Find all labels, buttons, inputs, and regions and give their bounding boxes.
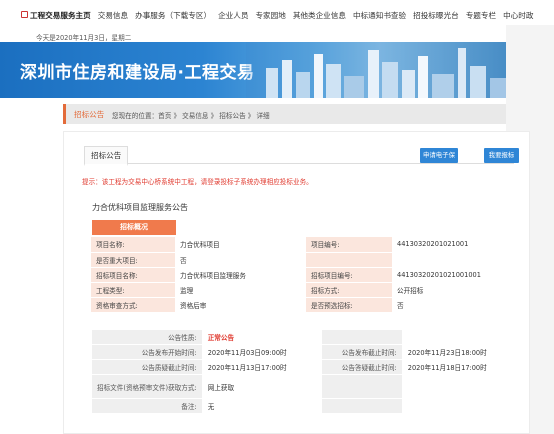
notice-text: 提示：该工程为交易中心桥系统中工程，请登录投标子系统办理相应投标业务。 (82, 178, 313, 186)
apply-electronic-guarantee-button[interactable]: 申请电子保函 (420, 148, 458, 174)
field-label: 招标项目编号: (306, 267, 392, 282)
field-value: 网上获取 (201, 374, 323, 399)
table-row: 是否重大项目: 否 (91, 252, 521, 267)
nav-item[interactable]: 中标通知书查验 (353, 10, 406, 21)
field-label: 公告质疑截止时间: (91, 359, 203, 375)
banner-title: 深圳市住房和建设局·工程交易 (20, 63, 255, 83)
field-label: 是否重大项目: (91, 252, 175, 267)
field-value: 监理 (175, 282, 306, 297)
field-value (401, 374, 522, 399)
nav-item[interactable]: 其他类企业信息 (293, 10, 346, 21)
nav-item[interactable]: 中心时政 (503, 10, 533, 21)
nav-item[interactable]: 专题专栏 (466, 10, 496, 21)
field-label: 项目编号: (306, 237, 392, 252)
field-value (401, 329, 522, 345)
field-value: 公开招标 (392, 282, 521, 297)
field-label: 招标项目名称: (91, 267, 175, 282)
field-label (306, 252, 392, 267)
field-label: 公告发布截止时间: (321, 344, 403, 360)
skyline-illustration (246, 42, 506, 98)
date-line: 今天是2020年11月3日，星期二 (36, 34, 132, 42)
field-label (321, 398, 403, 414)
table-row: 备注: 无 (91, 398, 522, 414)
field-value: 2020年11月13日17:00时 (201, 359, 323, 375)
field-label: 公告答疑截止时间: (321, 359, 403, 375)
sign-up-button[interactable]: 我要报标 (484, 148, 519, 163)
field-value: 正常公告 (201, 329, 323, 345)
nav-item[interactable]: 工程交易服务主页 (30, 10, 91, 21)
nav-item[interactable]: 办事服务（下载专区） (135, 10, 211, 21)
table-row: 公告性质: 正常公告 (91, 329, 522, 345)
field-label (321, 329, 403, 345)
breadcrumb-current: 招标公告 (74, 110, 105, 119)
field-label: 是否预选招标: (306, 297, 392, 312)
table-row: 招标项目名称: 力合优科项目监理服务 招标项目编号: 4413032020102100… (91, 267, 521, 282)
table-row: 公告发布开始时间: 2020年11月03日09:00时 公告发布截止时间: 2020年… (91, 344, 522, 360)
field-value: 否 (175, 252, 306, 267)
announcement-table: 公告性质: 正常公告 公告发布开始时间: 2020年11月03日09:00时 公告发布截… (91, 329, 522, 414)
section-header-overview: 招标概况 (92, 220, 176, 235)
field-value: 2020年11月03日09:00时 (201, 344, 323, 360)
field-label: 资格审查方式: (91, 297, 175, 312)
table-row: 项目名称: 力合优科项目 项目编号: 44130320201021001 (91, 237, 521, 252)
top-navigation: 工程交易服务主页 交易信息 办事服务（下载专区） 企业人员 专家园地 其他类企业信息 中标通… (0, 0, 554, 25)
field-label: 工程类型: (91, 282, 175, 297)
table-row: 资格审查方式: 资格后审 是否预选招标: 否 (91, 297, 521, 312)
field-value: 无 (201, 398, 323, 414)
field-value (392, 252, 521, 267)
field-value: 2020年11月18日17:00时 (401, 359, 522, 375)
nav-item[interactable]: 企业人员 (218, 10, 248, 21)
field-label: 备注: (91, 398, 203, 414)
main-panel: 招标公告 申请电子保函 我要报标 提示：该工程为交易中心桥系统中工程，请登录投标… (63, 131, 530, 434)
project-title: 力合优科项目监理服务公告 (92, 203, 188, 212)
breadcrumb-path[interactable]: 您现在的位置：首页 》 交易信息 》 招标公告 》 详细 (112, 110, 270, 120)
home-icon (21, 11, 28, 18)
field-label: 公告发布开始时间: (91, 344, 203, 360)
field-label: 招标方式: (306, 282, 392, 297)
tab-announcement[interactable]: 招标公告 (84, 146, 129, 166)
field-value: 44130320201021001001 (392, 267, 521, 282)
nav-item[interactable]: 交易信息 (98, 10, 128, 21)
field-value: 2020年11月23日18:00时 (401, 344, 522, 360)
banner: 深圳市住房和建设局·工程交易 (0, 42, 506, 98)
field-value: 否 (392, 297, 521, 312)
nav-item[interactable]: 招投标曝光台 (413, 10, 459, 21)
table-row: 工程类型: 监理 招标方式: 公开招标 (91, 282, 521, 297)
field-label: 招标文件(资格预审文件)获取方式: (91, 374, 203, 399)
field-label (321, 374, 403, 399)
field-label: 项目名称: (91, 237, 175, 252)
field-value: 44130320201021001 (392, 237, 521, 252)
table-row: 公告质疑截止时间: 2020年11月13日17:00时 公告答疑截止时间: 2020年… (91, 359, 522, 375)
nav-list: 工程交易服务主页 交易信息 办事服务（下载专区） 企业人员 专家园地 其他类企业信息 中标通… (30, 10, 540, 21)
overview-table: 项目名称: 力合优科项目 项目编号: 44130320201021001 是否重大项目:… (91, 237, 521, 313)
field-value: 资格后审 (175, 297, 306, 312)
field-value: 力合优科项目 (175, 237, 306, 252)
field-label: 公告性质: (91, 329, 203, 345)
field-value: 力合优科项目监理服务 (175, 267, 306, 282)
nav-item[interactable]: 专家园地 (255, 10, 285, 21)
table-row: 招标文件(资格预审文件)获取方式: 网上获取 (91, 374, 522, 399)
breadcrumb: 招标公告 您现在的位置：首页 》 交易信息 》 招标公告 》 详细 (63, 104, 506, 124)
field-value (401, 398, 522, 414)
